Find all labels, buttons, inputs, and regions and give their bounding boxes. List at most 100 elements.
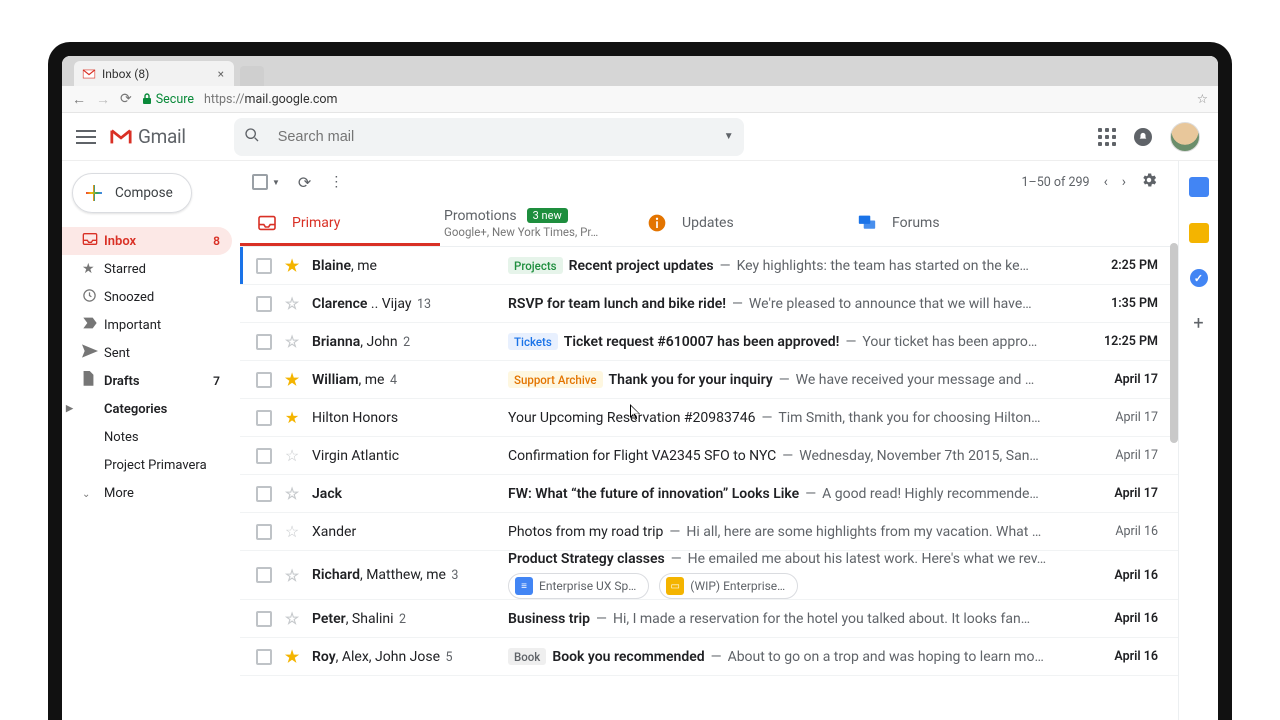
- compose-button[interactable]: Compose: [72, 173, 192, 213]
- new-tab-button[interactable]: [240, 66, 264, 86]
- label-chip[interactable]: Book: [508, 648, 546, 665]
- row-checkbox[interactable]: [256, 410, 272, 426]
- star-icon[interactable]: ☆: [282, 522, 302, 541]
- message-row[interactable]: ☆Clarence .. Vijay 13RSVP for team lunch…: [240, 285, 1178, 323]
- row-checkbox[interactable]: [256, 334, 272, 350]
- row-checkbox[interactable]: [256, 486, 272, 502]
- more-actions-icon[interactable]: ⋮: [329, 174, 343, 190]
- back-icon[interactable]: ←: [72, 91, 86, 108]
- search-icon[interactable]: [244, 127, 260, 147]
- sidebar-item-starred[interactable]: ★Starred: [62, 255, 232, 283]
- message-row[interactable]: ☆XanderPhotos from my road trip — Hi all…: [240, 513, 1178, 551]
- message-row[interactable]: ★William, me 4Support ArchiveThank you f…: [240, 361, 1178, 399]
- scrollbar-thumb[interactable]: [1170, 243, 1178, 443]
- label-chip[interactable]: Projects: [508, 257, 563, 274]
- settings-gear-icon[interactable]: [1140, 171, 1158, 193]
- subject: Recent project updates: [569, 258, 714, 274]
- date: April 16: [1094, 524, 1158, 539]
- star-icon[interactable]: ★: [282, 256, 302, 275]
- star-icon[interactable]: ★: [282, 647, 302, 666]
- draft-icon: [82, 371, 104, 391]
- message-row[interactable]: ★ Roy, Alex, John Jose 5 Book Book you reco…: [240, 638, 1178, 676]
- inbox-icon: [256, 215, 278, 231]
- date: 12:25 PM: [1094, 334, 1158, 349]
- sidebar-item-badge: 8: [213, 234, 220, 248]
- row-checkbox[interactable]: [256, 258, 272, 274]
- side-panel: ✓ +: [1178, 161, 1218, 720]
- search-input[interactable]: [278, 129, 724, 145]
- sidebar-item-drafts[interactable]: Drafts7: [62, 367, 232, 395]
- star-icon[interactable]: ☆: [282, 446, 302, 465]
- sidebar-item-inbox[interactable]: Inbox8: [62, 227, 232, 255]
- star-icon[interactable]: ☆: [282, 294, 302, 313]
- chev-icon: ⌄: [82, 485, 104, 501]
- inbox-icon: [82, 232, 104, 250]
- message-row[interactable]: ☆Richard, Matthew, me 3Product Strategy …: [240, 551, 1178, 600]
- notifications-icon[interactable]: [1134, 128, 1152, 146]
- row-checkbox[interactable]: [256, 524, 272, 540]
- add-addon-icon[interactable]: +: [1193, 313, 1203, 334]
- message-row[interactable]: ★Blaine, meProjectsRecent project update…: [240, 247, 1178, 285]
- browser-tab[interactable]: Inbox (8) ×: [74, 61, 234, 86]
- tab-updates[interactable]: Updates: [630, 203, 840, 246]
- message-row[interactable]: ☆JackFW: What “the future of innovation”…: [240, 475, 1178, 513]
- sender: Roy, Alex, John Jose 5: [312, 649, 498, 665]
- tab-primary[interactable]: Primary: [240, 203, 440, 246]
- url-text[interactable]: https://mail.google.com: [204, 92, 338, 107]
- star-icon[interactable]: ★: [282, 370, 302, 389]
- caret-icon: ▶: [66, 404, 73, 414]
- row-checkbox[interactable]: [256, 567, 272, 583]
- message-row[interactable]: ★Hilton HonorsYour Upcoming Reservation …: [240, 399, 1178, 437]
- subject: Book you recommended: [552, 649, 704, 665]
- info-icon: [646, 213, 668, 233]
- label-chip[interactable]: Tickets: [508, 333, 558, 350]
- date: April 17: [1094, 372, 1158, 387]
- account-avatar[interactable]: [1170, 122, 1200, 152]
- sidebar-item-more[interactable]: ⌄More: [62, 479, 232, 507]
- sidebar-item-notes[interactable]: Notes: [62, 423, 232, 451]
- sidebar-item-important[interactable]: Important: [62, 311, 232, 339]
- reload-icon[interactable]: ⟳: [120, 91, 132, 107]
- message-row[interactable]: ☆Peter, Shalini 2Business trip — Hi, I m…: [240, 600, 1178, 638]
- menu-icon[interactable]: [76, 130, 96, 144]
- tab-forums[interactable]: Forums: [840, 203, 1050, 246]
- row-checkbox[interactable]: [256, 448, 272, 464]
- search-bar[interactable]: ▼: [234, 118, 744, 156]
- message-row[interactable]: ☆Virgin AtlanticConfirmation for Flight …: [240, 437, 1178, 475]
- row-checkbox[interactable]: [256, 296, 272, 312]
- row-checkbox[interactable]: [256, 649, 272, 665]
- forward-icon[interactable]: →: [96, 91, 110, 108]
- sidebar-item-categories[interactable]: ▶Categories: [62, 395, 232, 423]
- message-row[interactable]: ☆Brianna, John 2TicketsTicket request #6…: [240, 323, 1178, 361]
- gmail-logo[interactable]: Gmail: [110, 125, 186, 148]
- calendar-icon[interactable]: [1189, 177, 1209, 197]
- sender: Hilton Honors: [312, 410, 498, 426]
- star-icon[interactable]: ☆: [282, 609, 302, 628]
- row-checkbox[interactable]: [256, 611, 272, 627]
- sidebar-item-project-primavera[interactable]: Project Primavera: [62, 451, 232, 479]
- tasks-icon[interactable]: ✓: [1190, 269, 1208, 287]
- product-name: Gmail: [138, 125, 186, 148]
- pager-prev-icon[interactable]: ‹: [1104, 174, 1108, 190]
- attachment-chip[interactable]: ▭(WIP) Enterprise…: [659, 573, 798, 599]
- row-checkbox[interactable]: [256, 372, 272, 388]
- close-icon[interactable]: ×: [218, 67, 224, 81]
- refresh-icon[interactable]: ⟳: [298, 173, 311, 192]
- category-tabs: Primary Promotions 3 new Google+, New Yo…: [240, 203, 1178, 247]
- google-apps-icon[interactable]: [1098, 128, 1116, 146]
- star-icon[interactable]: ☆: [282, 566, 302, 585]
- select-dropdown-icon[interactable]: ▼: [272, 178, 280, 187]
- pager-next-icon[interactable]: ›: [1122, 174, 1126, 190]
- select-all-checkbox[interactable]: [252, 174, 268, 190]
- bookmark-star-icon[interactable]: ☆: [1197, 91, 1208, 107]
- label-chip[interactable]: Support Archive: [508, 371, 603, 388]
- tab-promotions[interactable]: Promotions 3 new Google+, New York Times…: [440, 203, 630, 246]
- star-icon[interactable]: ★: [282, 408, 302, 427]
- star-icon[interactable]: ☆: [282, 332, 302, 351]
- star-icon[interactable]: ☆: [282, 484, 302, 503]
- keep-icon[interactable]: [1189, 223, 1209, 243]
- attachment-chip[interactable]: ≡Enterprise UX Sp…: [508, 573, 649, 599]
- sidebar-item-sent[interactable]: Sent: [62, 339, 232, 367]
- search-options-icon[interactable]: ▼: [724, 131, 734, 142]
- sidebar-item-snoozed[interactable]: Snoozed: [62, 283, 232, 311]
